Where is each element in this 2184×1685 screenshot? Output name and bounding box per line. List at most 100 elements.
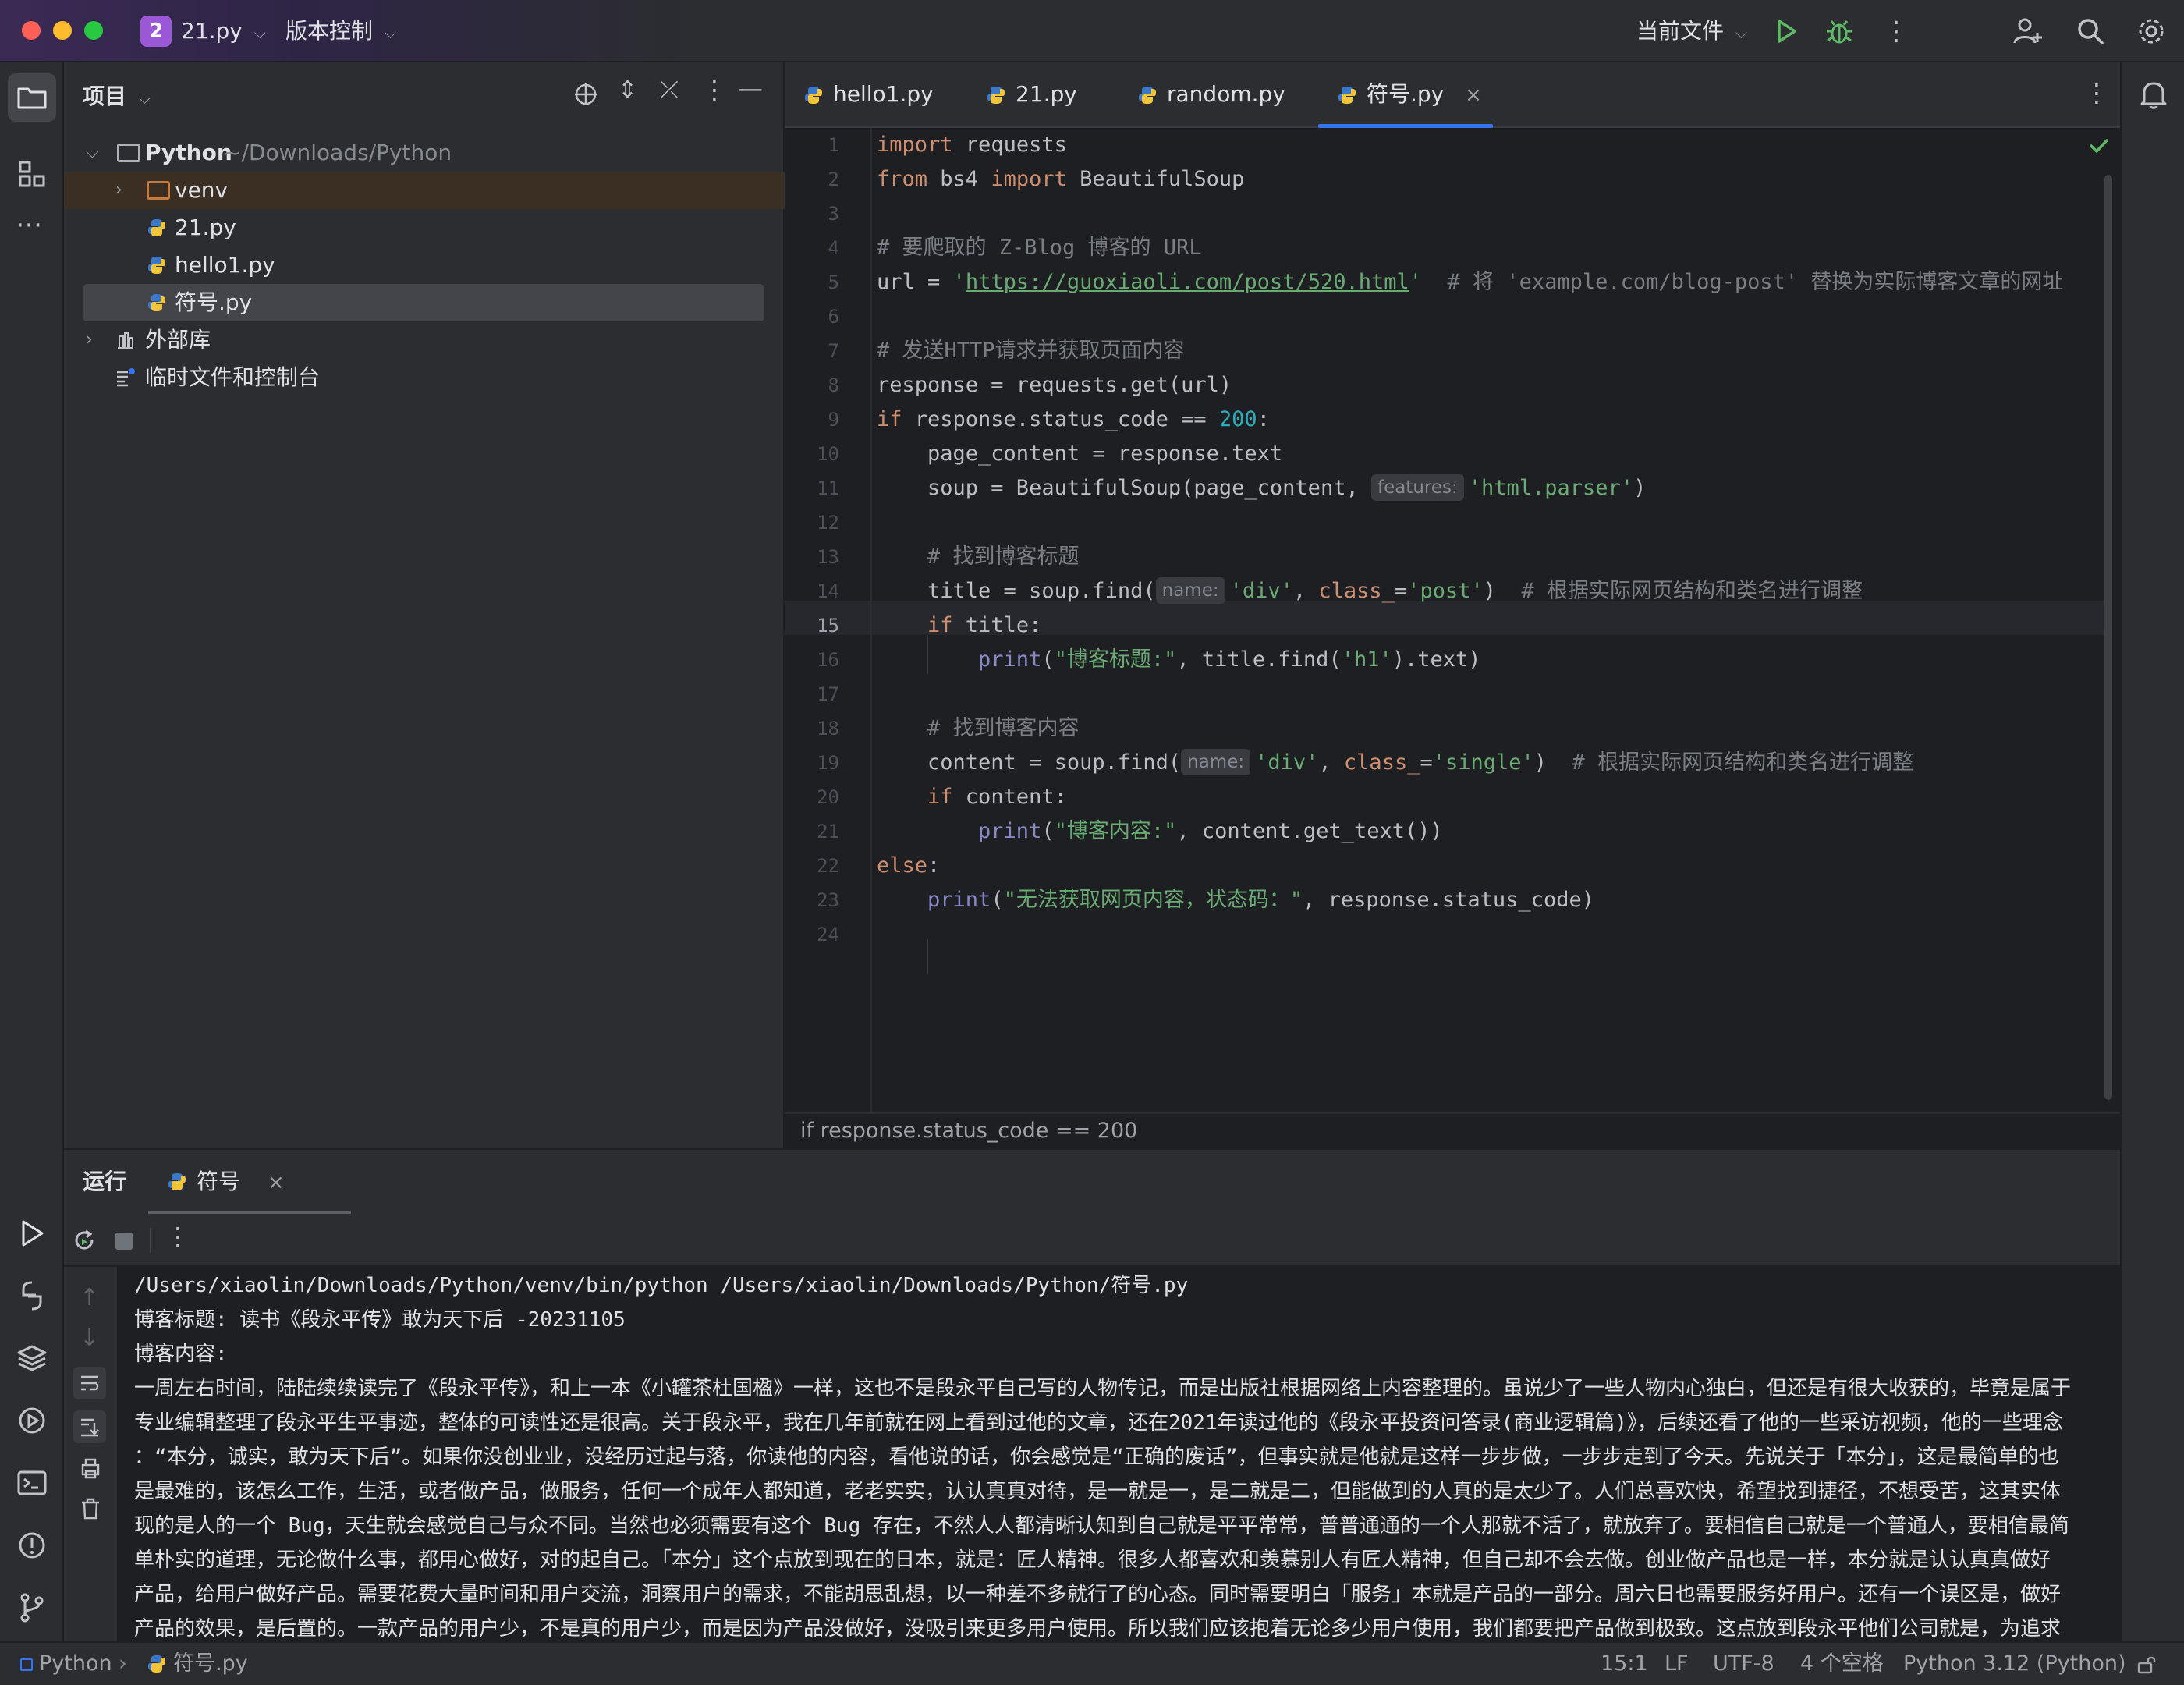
project-panel-title[interactable]: 项目 ⌵ bbox=[83, 80, 151, 111]
tab-fuhao-py[interactable]: 符号.py × bbox=[1337, 62, 1482, 126]
line-separator[interactable]: LF bbox=[1665, 1643, 1689, 1685]
console-line: 博客标题: 读书《段永平传》敢为天下后 -20231105 bbox=[134, 1308, 626, 1332]
debug-icon[interactable] bbox=[1822, 14, 1856, 48]
check-mark-icon[interactable] bbox=[2087, 134, 2111, 158]
indent-setting[interactable]: 4 个空格 bbox=[1800, 1643, 1884, 1685]
structure-icon[interactable] bbox=[14, 156, 50, 192]
line-number: 13 bbox=[817, 546, 839, 568]
run-tab-fuhao[interactable]: 符号 × bbox=[167, 1150, 285, 1214]
vcs-menu[interactable]: 版本控制 ⌵ bbox=[285, 0, 396, 62]
run-side-toolbar: ↑ ↓ bbox=[64, 1267, 117, 1641]
search-icon[interactable] bbox=[2073, 14, 2108, 48]
close-tab-icon[interactable]: × bbox=[268, 1171, 285, 1194]
tree-item-21-py[interactable]: 21.py bbox=[64, 209, 785, 247]
scroll-down-icon[interactable]: ↓ bbox=[80, 1325, 99, 1352]
code-line-21: print("博客内容:", content.get_text()) bbox=[877, 819, 1443, 843]
close-window-button[interactable] bbox=[22, 21, 41, 40]
chevron-right-icon: › bbox=[115, 180, 122, 200]
tree-item-hello1-py[interactable]: hello1.py bbox=[64, 247, 785, 284]
git-branch-icon[interactable] bbox=[14, 1590, 50, 1626]
project-selector[interactable]: 21.py ⌵ bbox=[181, 0, 266, 62]
panel-options-icon[interactable]: ⋮ bbox=[702, 75, 727, 105]
status-project-crumb[interactable]: Python bbox=[20, 1643, 112, 1685]
locate-file-icon[interactable] bbox=[573, 81, 599, 108]
rerun-icon[interactable] bbox=[70, 1226, 98, 1254]
add-user-icon[interactable] bbox=[2011, 14, 2045, 48]
notifications-bell-icon[interactable] bbox=[2136, 76, 2172, 112]
console-line: ：“本分，诚实，敢为天下后”。如果你没创业业，没经历过起与落，你读他的内容，看他… bbox=[134, 1446, 2059, 1469]
console-line: /Users/xiaolin/Downloads/Python/venv/bin… bbox=[134, 1274, 1189, 1297]
folder-icon[interactable] bbox=[14, 80, 50, 115]
run-config-selector[interactable]: 当前文件 ⌵ bbox=[1636, 0, 1747, 62]
code-line-10: page_content = response.text bbox=[877, 442, 1283, 466]
unlock-icon[interactable] bbox=[2136, 1654, 2157, 1676]
module-icon bbox=[20, 1658, 33, 1671]
line-number: 3 bbox=[828, 203, 839, 225]
code-line-14: title = soup.find(name:'div', class_='po… bbox=[877, 577, 1863, 604]
more-actions-icon[interactable]: ⋮ bbox=[1883, 0, 1909, 62]
status-file-crumb[interactable]: 符号.py bbox=[147, 1643, 248, 1685]
code-line-16: print("博客标题:", title.find('h1').text) bbox=[877, 647, 1481, 672]
minimize-window-button[interactable] bbox=[53, 21, 72, 40]
url-link[interactable]: https://guoxiaoli.com/post/520.html bbox=[966, 270, 1409, 294]
python-console-icon[interactable] bbox=[14, 1278, 50, 1314]
tab-hello1-py[interactable]: hello1.py bbox=[803, 62, 934, 126]
code-line-11: soup = BeautifulSoup(page_content, featu… bbox=[877, 474, 1647, 501]
console-line: 产品，给用户做好产品。需要花费大量时间和用户交流，洞察用户的需求，不能胡思乱想，… bbox=[134, 1583, 2062, 1606]
scroll-up-icon[interactable]: ↑ bbox=[80, 1284, 99, 1311]
maximize-window-button[interactable] bbox=[84, 21, 103, 40]
tree-item-venv[interactable]: › venv bbox=[64, 172, 785, 209]
collapse-all-icon[interactable]: ⤫ bbox=[660, 76, 679, 104]
terminal-icon[interactable] bbox=[14, 1465, 50, 1501]
run-console-output[interactable]: /Users/xiaolin/Downloads/Python/venv/bin… bbox=[117, 1267, 2120, 1641]
close-tab-icon[interactable]: × bbox=[1465, 83, 1482, 107]
project-name: 21.py bbox=[181, 18, 243, 44]
more-tools-icon[interactable]: ⋯ bbox=[16, 209, 42, 240]
scroll-to-end-icon bbox=[81, 1418, 99, 1437]
run-panel-title[interactable]: 运行 bbox=[83, 1150, 126, 1214]
file-encoding[interactable]: UTF-8 bbox=[1713, 1643, 1774, 1685]
code-editor[interactable]: 1 2 3 4 5 6 7 8 9 10 11 12 13 14 15 16 17 18 19 20 21 22 23 24 … bbox=[785, 128, 2120, 1112]
print-icon[interactable] bbox=[78, 1456, 103, 1481]
problems-icon[interactable] bbox=[14, 1527, 50, 1563]
tab-random-py[interactable]: random.py bbox=[1137, 62, 1285, 126]
run-icon[interactable] bbox=[1769, 14, 1803, 48]
scroll-to-end-toggle[interactable] bbox=[73, 1410, 106, 1443]
tree-item-external-libraries[interactable]: › 外部库 bbox=[64, 321, 785, 359]
tab-options-icon[interactable]: ⋮ bbox=[2084, 78, 2109, 108]
soft-wrap-toggle[interactable] bbox=[73, 1367, 106, 1399]
tree-item-fuhao-py[interactable]: 符号.py bbox=[83, 284, 764, 321]
editor-scrollbar[interactable] bbox=[2104, 175, 2112, 1100]
folder-icon bbox=[147, 181, 170, 200]
tree-root-python[interactable]: ⌵ Python ~/Downloads/Python bbox=[64, 134, 785, 172]
run-options-icon[interactable]: ⋮ bbox=[165, 1222, 190, 1251]
layers-icon[interactable] bbox=[14, 1340, 50, 1376]
project-badge[interactable]: 2 bbox=[140, 16, 172, 47]
chevron-right-icon: › bbox=[86, 330, 93, 349]
code-line-19: content = soup.find(name:'div', class_='… bbox=[877, 749, 1914, 775]
hide-panel-icon[interactable]: — bbox=[738, 73, 763, 103]
folder-icon bbox=[117, 144, 140, 162]
tab-21-py[interactable]: 21.py bbox=[986, 62, 1077, 126]
code-line-7: # 发送HTTP请求并获取页面内容 bbox=[877, 339, 1185, 363]
settings-gear-icon[interactable] bbox=[2134, 14, 2168, 48]
tree-item-scratches-consoles[interactable]: 临时文件和控制台 bbox=[64, 359, 785, 396]
code-breadcrumb[interactable]: if response.status_code == 200 bbox=[785, 1112, 2120, 1148]
run-tool-icon[interactable] bbox=[14, 1215, 50, 1251]
stop-icon[interactable] bbox=[115, 1233, 133, 1250]
tab-label: random.py bbox=[1167, 81, 1285, 107]
line-number: 6 bbox=[828, 306, 839, 328]
caret-position[interactable]: 15:1 bbox=[1601, 1643, 1648, 1685]
code-line-9: if response.status_code == 200: bbox=[877, 407, 1270, 431]
line-number: 10 bbox=[817, 443, 839, 465]
python-interpreter[interactable]: Python 3.12 (Python) bbox=[1903, 1643, 2126, 1685]
line-number: 7 bbox=[828, 340, 839, 362]
console-line: 单朴实的道理，无论做什么事，都用心做好，对的起自己。「本分」这个点放到现在的日本… bbox=[134, 1548, 2051, 1572]
trash-icon[interactable] bbox=[78, 1496, 103, 1521]
tab-label: 21.py bbox=[1016, 81, 1077, 107]
line-number: 5 bbox=[828, 271, 839, 293]
code-line-2: from bs4 import BeautifulSoup bbox=[877, 167, 1245, 191]
expand-all-icon[interactable]: ⇕ bbox=[618, 76, 637, 104]
line-number: 4 bbox=[828, 237, 839, 259]
services-icon[interactable] bbox=[14, 1403, 50, 1438]
